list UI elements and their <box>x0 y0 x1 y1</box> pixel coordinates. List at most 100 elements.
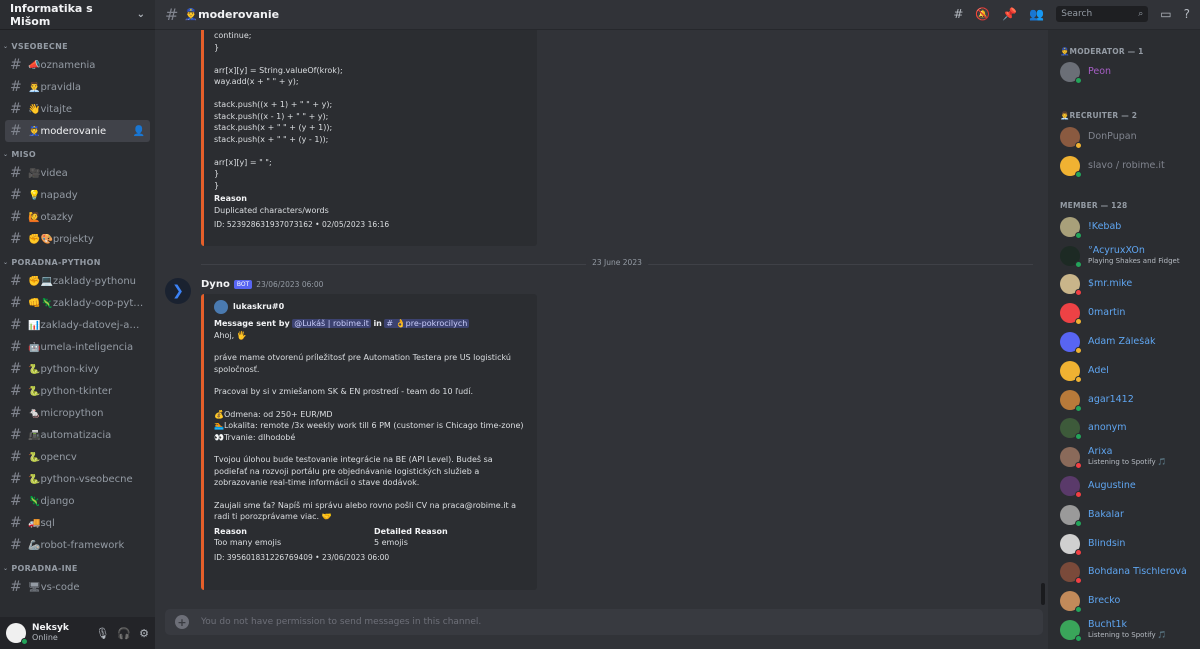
member-item[interactable]: 0martin <box>1048 299 1200 328</box>
hashtag-icon: # <box>10 383 22 399</box>
member-item[interactable]: Blindsin <box>1048 529 1200 558</box>
invite-icon[interactable]: 👤 <box>133 126 145 137</box>
member-name: slavo / robime.it <box>1088 160 1165 171</box>
member-item[interactable]: Arixa Listening to Spotify 🎵 <box>1048 443 1200 472</box>
member-group-title: MEMBER — 128 <box>1060 200 1128 210</box>
channel-mention[interactable]: # 👌pre-pokrocilych <box>384 319 470 328</box>
member-avatar <box>1060 155 1082 178</box>
member-item[interactable]: slavo / robime.it <box>1048 152 1200 181</box>
mute-bell-icon[interactable]: 🔕 <box>975 7 990 21</box>
channel-item[interactable]: # 🖥vs-code <box>5 576 150 598</box>
member-name: Adam Zálešák <box>1088 336 1156 347</box>
member-item[interactable]: Peon <box>1048 58 1200 87</box>
channel-item[interactable]: # 🎥videa <box>5 162 150 184</box>
channel-item[interactable]: # 👊🦎zaklady-oop-pyth... <box>5 292 150 314</box>
channel-item[interactable]: # 🚚sql <box>5 512 150 534</box>
member-activity: Listening to Spotify 🎵 <box>1088 630 1167 639</box>
member-list-icon[interactable]: 👥 <box>1029 7 1044 21</box>
category-header[interactable]: ⌄ PORADNA-INE <box>0 556 155 576</box>
status-indicator <box>1075 142 1082 150</box>
headphones-icon[interactable]: 🎧 <box>117 627 131 640</box>
user-panel: Neksyk Online 🎙 🎧 ⚙ <box>0 617 155 649</box>
channel-item[interactable]: # 🐍python-vseobecne <box>5 468 150 490</box>
search-input[interactable]: Search ⌕ <box>1056 6 1149 22</box>
channel-item[interactable]: # 🐍python-kivy <box>5 358 150 380</box>
author-name[interactable]: Dyno <box>201 279 230 290</box>
user-avatar[interactable] <box>6 623 28 645</box>
member-item[interactable]: !Kebab <box>1048 212 1200 241</box>
chevron-down-icon[interactable]: ⌄ <box>137 9 145 20</box>
member-item[interactable]: Bohdana Tischlerová <box>1048 558 1200 587</box>
status-indicator <box>1075 346 1082 354</box>
channel-label: 👮‍♂️moderovanie <box>28 125 107 137</box>
member-item[interactable]: DonPupan <box>1048 123 1200 152</box>
hashtag-icon: # <box>10 295 22 311</box>
channel-item[interactable]: # 👨‍💼pravidla <box>5 76 150 98</box>
help-icon[interactable]: ? <box>1184 7 1190 21</box>
microphone-icon[interactable]: 🎙 <box>95 627 109 640</box>
channel-label: 📊zaklady-datovej-an... <box>28 319 145 331</box>
member-item[interactable]: Bakalar <box>1048 500 1200 529</box>
member-item[interactable]: Augustine <box>1048 472 1200 501</box>
channel-item[interactable]: # 🦎django <box>5 490 150 512</box>
channel-item[interactable]: # 🐍opencv <box>5 446 150 468</box>
member-item[interactable]: Brecko <box>1048 587 1200 616</box>
channel-item[interactable]: # ✊🎨projekty <box>5 228 150 250</box>
message-composer[interactable]: + You do not have permission to send mes… <box>165 609 1043 635</box>
member-item[interactable]: anonym <box>1048 414 1200 443</box>
channel-item[interactable]: # 👋vitajte <box>5 98 150 120</box>
scrollbar[interactable] <box>1041 583 1045 605</box>
channel-item[interactable]: # 📠automatizacia <box>5 424 150 446</box>
channel-item[interactable]: # 🙋otazky <box>5 206 150 228</box>
category-header[interactable]: ⌄ MISO <box>0 142 155 162</box>
member-avatar <box>1060 475 1082 498</box>
member-item[interactable]: $mr.mike <box>1048 270 1200 299</box>
status-indicator <box>1075 260 1082 268</box>
dyno-embed: lukaskru#0 Message sent by @Lukáš | robi… <box>201 294 537 590</box>
channel-item[interactable]: # 🤖umela-inteligencia <box>5 336 150 358</box>
threads-icon[interactable]: # <box>953 7 963 21</box>
channel-label: 👋vitajte <box>28 103 73 115</box>
channel-item[interactable]: # ✊💻zaklady-pythonu <box>5 270 150 292</box>
channel-label: 🐍python-vseobecne <box>28 473 133 485</box>
member-activity: Listening to Spotify 🎵 <box>1088 458 1167 467</box>
member-item[interactable]: Adel <box>1048 356 1200 385</box>
dyno-avatar[interactable]: ❯ <box>165 278 191 304</box>
member-activity: Playing Shakes and Fidget <box>1088 256 1180 265</box>
channel-item[interactable]: # 📊zaklady-datovej-an... <box>5 314 150 336</box>
channel-item[interactable]: # 🐍python-tkinter <box>5 380 150 402</box>
server-header[interactable]: Informatika s Mišom ⌄ <box>0 0 155 30</box>
hashtag-icon: # <box>10 317 22 333</box>
member-item[interactable]: Adam Zálešák <box>1048 328 1200 357</box>
member-item[interactable]: agar1412 <box>1048 385 1200 414</box>
gear-icon[interactable]: ⚙ <box>139 627 149 640</box>
inbox-icon[interactable]: ▭ <box>1160 7 1171 21</box>
automod-embed: continue;} arr[x][y] = String.valueOf(kro… <box>201 30 537 246</box>
category-header[interactable]: ⌄ PORADNA-PYTHON <box>0 250 155 270</box>
member-name: Brecko <box>1088 596 1121 607</box>
channel-item[interactable]: # 💡napady <box>5 184 150 206</box>
channel-item[interactable]: # 👮‍♂️moderovanie 👤 <box>5 120 150 142</box>
member-item[interactable]: cookie <box>1048 644 1200 649</box>
bot-badge: BOT <box>233 280 253 289</box>
channel-item[interactable]: # 📣oznamenia <box>5 54 150 76</box>
hashtag-icon: # <box>10 209 22 225</box>
channel-label: 📣oznamenia <box>28 59 96 71</box>
channel-item[interactable]: # 🐁micropython <box>5 402 150 424</box>
channel-item[interactable]: # 🦾robot-framework <box>5 534 150 556</box>
member-avatar <box>1060 274 1082 297</box>
member-item[interactable]: Bucht1k Listening to Spotify 🎵 <box>1048 616 1200 645</box>
composer-placeholder: You do not have permission to send messa… <box>201 617 482 627</box>
plus-icon[interactable]: + <box>175 615 189 629</box>
hashtag-icon: # <box>10 405 22 421</box>
code-line: arr[x][y] = " "; <box>214 157 272 167</box>
member-avatar <box>1060 504 1082 527</box>
user-mention[interactable]: @Lukáš | robime.it <box>292 319 371 328</box>
channel-label: 🙋otazky <box>28 211 74 223</box>
category-header[interactable]: ⌄ VSEOBECNE <box>0 34 155 54</box>
member-name: 0martin <box>1088 308 1126 319</box>
hashtag-icon: # <box>10 361 22 377</box>
member-item[interactable]: °AcyruxXOn Playing Shakes and Fidget <box>1048 241 1200 270</box>
reason-value: Too many emojis <box>214 538 282 547</box>
pin-icon[interactable]: 📌 <box>1002 7 1017 21</box>
